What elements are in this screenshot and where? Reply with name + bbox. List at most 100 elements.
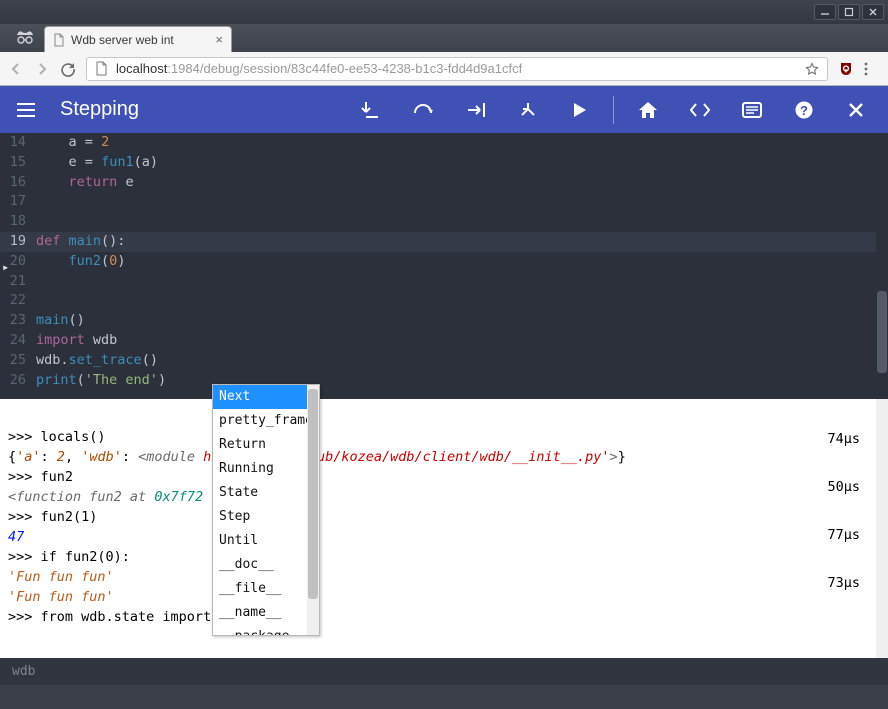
code-text: fun2(0) xyxy=(30,252,125,272)
code-line[interactable]: 21 xyxy=(0,272,888,292)
autocomplete-item[interactable]: Running xyxy=(213,457,307,481)
repl-entry: >>> from wdb.state import xyxy=(0,607,888,627)
line-number[interactable]: 23 xyxy=(0,311,30,331)
step-over-button[interactable] xyxy=(401,88,445,132)
repl-output: <function fun2 at 0x7f72 xyxy=(8,487,880,507)
code-text xyxy=(30,212,36,232)
window-maximize-button[interactable] xyxy=(838,4,860,20)
timing-badge: 50µs xyxy=(827,477,860,497)
line-number[interactable]: 22 xyxy=(0,291,30,311)
code-line[interactable]: 20 fun2(0) xyxy=(0,252,888,272)
line-number[interactable]: 24 xyxy=(0,331,30,351)
repl-console[interactable]: 74µs>>> locals(){'a': 2, 'wdb': <module … xyxy=(0,399,888,658)
autocomplete-item[interactable]: Return xyxy=(213,433,307,457)
autocomplete-item[interactable]: Step xyxy=(213,505,307,529)
incognito-icon xyxy=(14,29,36,45)
line-number[interactable]: 16 xyxy=(0,173,30,193)
line-number[interactable]: 25 xyxy=(0,351,30,371)
autocomplete-item[interactable]: Until xyxy=(213,529,307,553)
autocomplete-item[interactable]: State xyxy=(213,481,307,505)
step-into-button[interactable] xyxy=(349,88,393,132)
code-text: main() xyxy=(30,311,85,331)
help-button[interactable]: ? xyxy=(782,88,826,132)
source-button[interactable] xyxy=(678,88,722,132)
chrome-menu-icon[interactable] xyxy=(864,62,880,76)
tab-title: Wdb server web int xyxy=(71,33,174,47)
step-up-button[interactable] xyxy=(505,88,549,132)
code-text: wdb.set_trace() xyxy=(30,351,158,371)
command-input[interactable]: wdb xyxy=(0,658,888,685)
app-header: Stepping ? xyxy=(0,86,888,133)
autocomplete-item[interactable]: Next xyxy=(213,385,307,409)
timing-badge: 73µs xyxy=(827,573,860,593)
autocomplete-popup: Nextpretty_frameReturnRunningStateStepUn… xyxy=(212,384,320,636)
toolbar-separator xyxy=(613,96,614,124)
command-input-placeholder: wdb xyxy=(12,664,35,679)
console-scrollbar[interactable] xyxy=(876,399,888,658)
nav-forward-icon[interactable] xyxy=(34,61,50,77)
site-info-icon[interactable] xyxy=(95,61,108,76)
repl-entry: >>> fun2(1)47 xyxy=(0,507,888,547)
code-scrollbar[interactable] xyxy=(876,133,888,399)
code-line[interactable]: 18 xyxy=(0,212,888,232)
repl-output: 'Fun fun fun' xyxy=(8,587,880,607)
autocomplete-item[interactable]: __file__ xyxy=(213,577,307,601)
bookmark-star-icon[interactable] xyxy=(805,62,819,76)
scrollbar-thumb[interactable] xyxy=(308,389,318,599)
code-line[interactable]: 17 xyxy=(0,192,888,212)
tab-close-icon[interactable]: × xyxy=(215,32,223,47)
code-line[interactable]: 22 xyxy=(0,291,888,311)
home-button[interactable] xyxy=(626,88,670,132)
output-button[interactable] xyxy=(730,88,774,132)
browser-tabbar: Wdb server web int × xyxy=(0,24,888,52)
line-number[interactable]: 14 xyxy=(0,133,30,153)
source-code-panel[interactable]: ▸ 14 a = 215 e = fun1(a)16 return e17181… xyxy=(0,133,888,399)
url-input[interactable]: localhost:1984/debug/session/83c44fe0-ee… xyxy=(86,57,828,81)
code-text xyxy=(30,272,36,292)
nav-reload-icon[interactable] xyxy=(60,61,76,77)
menu-button[interactable] xyxy=(10,103,42,117)
autocomplete-item[interactable]: __package xyxy=(213,625,307,635)
code-text xyxy=(30,192,36,212)
page-title: Stepping xyxy=(60,98,139,121)
code-line[interactable]: 15 e = fun1(a) xyxy=(0,153,888,173)
code-text: return e xyxy=(30,173,134,193)
autocomplete-scrollbar[interactable] xyxy=(307,385,319,635)
code-line[interactable]: 23main() xyxy=(0,311,888,331)
autocomplete-item[interactable]: __doc__ xyxy=(213,553,307,577)
repl-prompt-line: >>> if fun2(0): xyxy=(8,547,880,567)
code-line[interactable]: 26print('The end') xyxy=(0,371,888,391)
repl-prompt-line: >>> locals() xyxy=(8,427,880,447)
nav-back-icon[interactable] xyxy=(8,61,24,77)
code-line[interactable]: 14 a = 2 xyxy=(0,133,888,153)
repl-entry: >>> if fun2(0): 'Fun fun fun''Fun fun fu… xyxy=(0,547,888,607)
line-number[interactable]: 15 xyxy=(0,153,30,173)
code-text: def main(): xyxy=(30,232,125,252)
browser-tab[interactable]: Wdb server web int × xyxy=(44,26,232,52)
step-out-button[interactable] xyxy=(453,88,497,132)
window-close-button[interactable] xyxy=(862,4,884,20)
autocomplete-item[interactable]: pretty_frame xyxy=(213,409,307,433)
extension-ublock-icon[interactable] xyxy=(838,61,854,77)
repl-output: {'a': 2, 'wdb': <module home/zero/github… xyxy=(8,447,880,467)
close-button[interactable] xyxy=(834,88,878,132)
line-number[interactable]: 19 xyxy=(0,232,30,252)
code-line[interactable]: 19def main(): xyxy=(0,232,888,252)
code-text xyxy=(30,291,36,311)
page-icon xyxy=(53,33,65,47)
code-text: import wdb xyxy=(30,331,117,351)
code-line[interactable]: 24import wdb xyxy=(0,331,888,351)
scrollbar-thumb[interactable] xyxy=(877,291,887,373)
code-line[interactable]: 25wdb.set_trace() xyxy=(0,351,888,371)
repl-output: 47 xyxy=(8,527,880,547)
continue-button[interactable] xyxy=(557,88,601,132)
window-minimize-button[interactable] xyxy=(814,4,836,20)
code-line[interactable]: 16 return e xyxy=(0,173,888,193)
line-number[interactable]: 26 xyxy=(0,371,30,391)
autocomplete-item[interactable]: __name__ xyxy=(213,601,307,625)
timing-badge: 77µs xyxy=(827,525,860,545)
line-number[interactable]: 17 xyxy=(0,192,30,212)
line-number[interactable]: 18 xyxy=(0,212,30,232)
repl-entry: >>> fun2<function fun2 at 0x7f72 xyxy=(0,467,888,507)
browser-addressbar: localhost:1984/debug/session/83c44fe0-ee… xyxy=(0,52,888,86)
